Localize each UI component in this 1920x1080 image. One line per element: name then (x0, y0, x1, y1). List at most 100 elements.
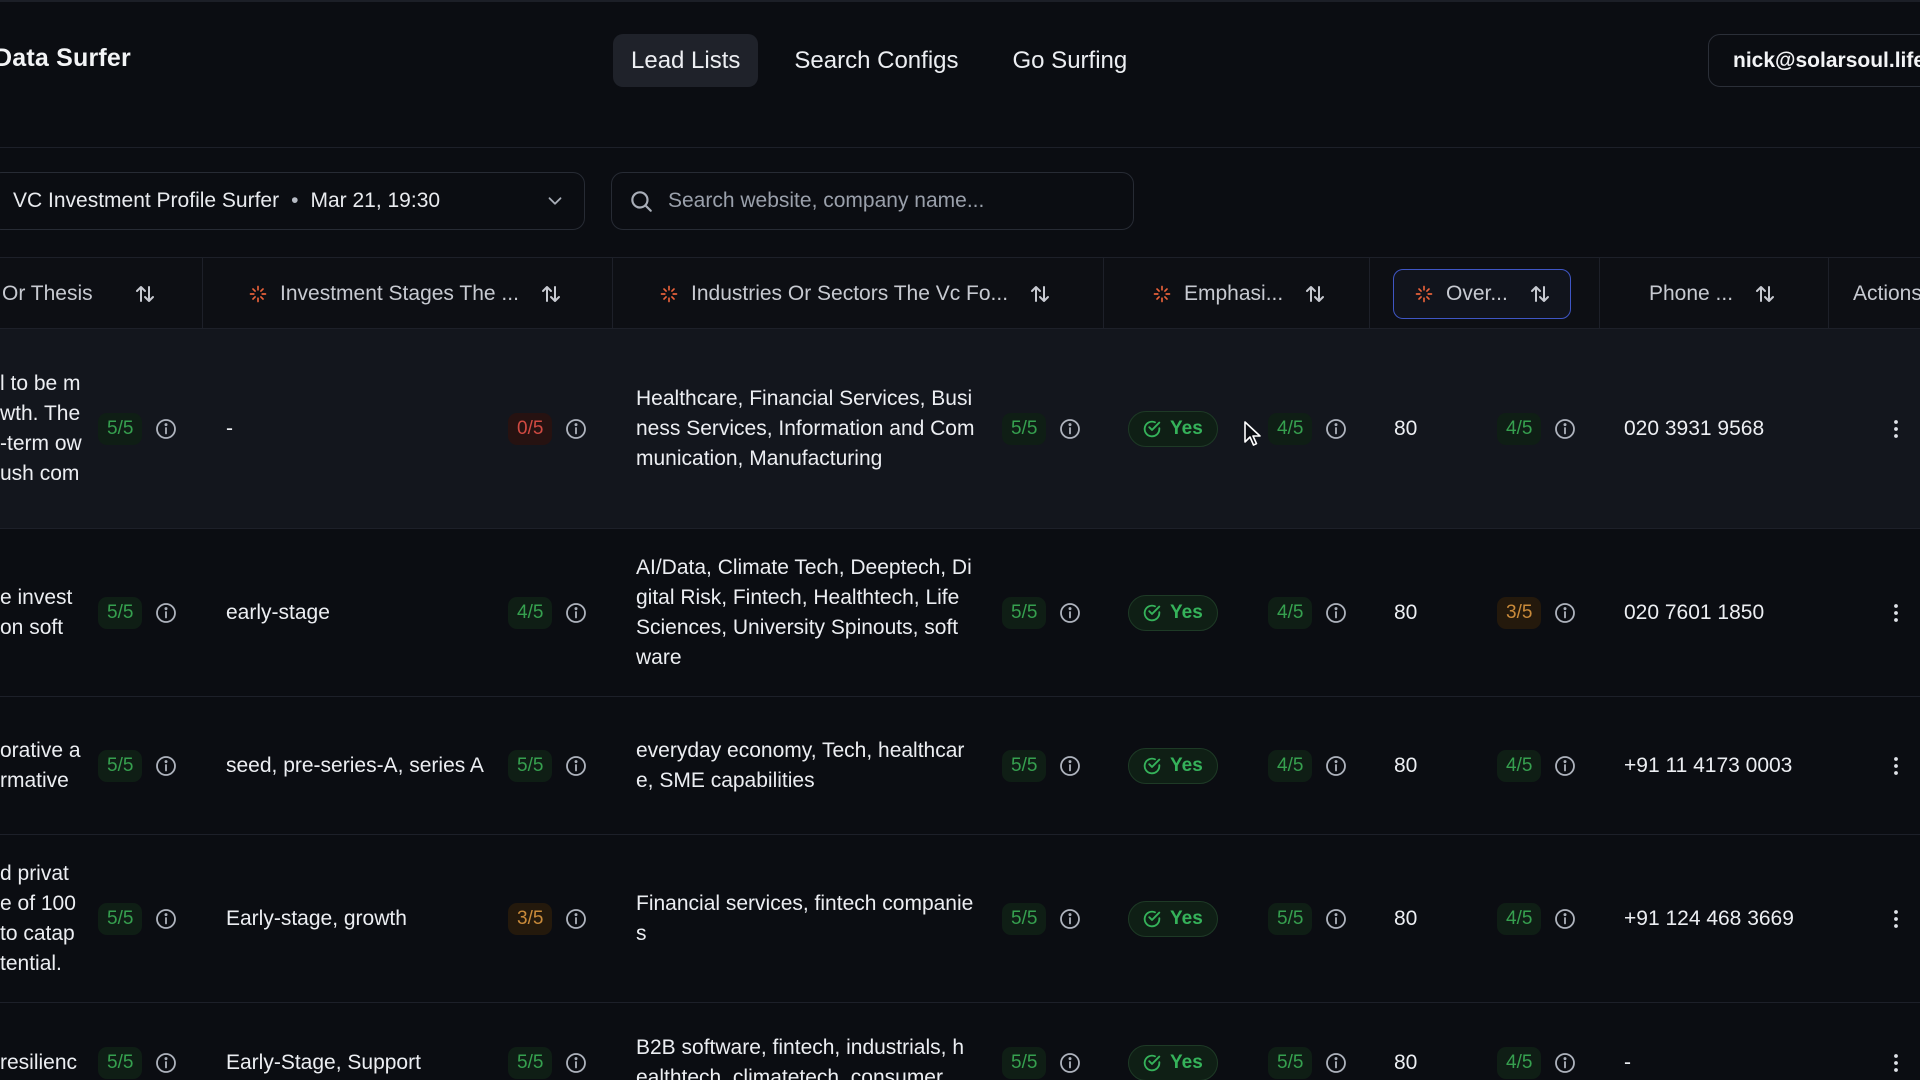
info-icon[interactable] (1324, 417, 1348, 441)
info-icon[interactable] (1058, 754, 1082, 778)
info-icon[interactable] (1058, 417, 1082, 441)
nav-lead-lists[interactable]: Lead Lists (613, 34, 759, 87)
info-icon[interactable] (154, 601, 178, 625)
overall-value: 80 (1394, 1051, 1418, 1074)
overall-value: 80 (1394, 601, 1418, 624)
info-icon[interactable] (1553, 754, 1577, 778)
info-icon[interactable] (1058, 907, 1082, 931)
info-icon[interactable] (1553, 601, 1577, 625)
info-icon[interactable] (564, 754, 588, 778)
thesis-cell: orative a rmative (0, 739, 81, 792)
more-actions-icon[interactable] (1884, 1051, 1908, 1075)
info-icon[interactable] (1553, 907, 1577, 931)
yes-label: Yes (1170, 755, 1203, 776)
info-icon[interactable] (564, 417, 588, 441)
table-row[interactable]: orative a rmative 5/5 seed, pre-series-A… (0, 697, 1920, 835)
info-icon[interactable] (1324, 907, 1348, 931)
phone-cell: 020 7601 1850 (1624, 601, 1765, 624)
sort-icon[interactable] (1028, 282, 1052, 306)
sort-icon[interactable] (1528, 282, 1552, 306)
nav-go-surfing[interactable]: Go Surfing (995, 34, 1146, 87)
score-badge: 5/5 (98, 413, 143, 445)
yes-label: Yes (1170, 418, 1203, 439)
more-actions-icon[interactable] (1884, 907, 1908, 931)
score-badge: 4/5 (1497, 903, 1542, 935)
more-actions-icon[interactable] (1884, 601, 1908, 625)
info-icon[interactable] (1058, 601, 1082, 625)
yes-label: Yes (1170, 602, 1203, 623)
table-row[interactable]: l to be m wth. The -term ow ush com 5/5 … (0, 329, 1920, 529)
column-header-thesis[interactable]: Or Thesis (0, 258, 203, 330)
sort-icon[interactable] (1753, 282, 1777, 306)
yes-label: Yes (1170, 1052, 1203, 1073)
score-group: 5/5 (1002, 413, 1082, 445)
score-badge: 4/5 (1497, 1047, 1542, 1079)
score-badge: 5/5 (1002, 413, 1047, 445)
sort-icon[interactable] (1303, 282, 1327, 306)
score-group: 5/5 (98, 1047, 178, 1079)
table-row[interactable]: d privat e of 100 to catap tential. 5/5 … (0, 835, 1920, 1003)
info-icon[interactable] (154, 754, 178, 778)
overall-sort-active[interactable]: Over... (1393, 269, 1571, 319)
column-header-phone[interactable]: Phone ... (1600, 258, 1829, 330)
phone-cell: +91 124 468 3669 (1624, 907, 1794, 930)
score-badge: 4/5 (1268, 413, 1313, 445)
score-badge: 4/5 (1497, 750, 1542, 782)
overall-value: 80 (1394, 754, 1418, 777)
score-group: 5/5 (1002, 597, 1082, 629)
info-icon[interactable] (1058, 1051, 1082, 1075)
info-icon[interactable] (1553, 1051, 1577, 1075)
chevron-down-icon (548, 197, 562, 205)
info-icon[interactable] (564, 601, 588, 625)
app-title: Data Surfer (0, 44, 131, 72)
column-label: Emphasi... (1184, 282, 1284, 305)
info-icon[interactable] (154, 417, 178, 441)
top-header: Data Surfer Lead Lists Search Configs Go… (0, 0, 1920, 148)
score-group: 5/5 (98, 597, 178, 629)
investment-stages-cell: early-stage (226, 601, 330, 624)
info-icon[interactable] (154, 1051, 178, 1075)
yes-badge: Yes (1128, 748, 1218, 784)
column-header-industries[interactable]: Industries Or Sectors The Vc Fo... (613, 258, 1104, 330)
info-icon[interactable] (154, 907, 178, 931)
investment-stages-cell: seed, pre-series-A, series A (226, 754, 484, 777)
separator-dot: • (291, 189, 299, 212)
sort-icon[interactable] (539, 282, 563, 306)
score-badge: 3/5 (1497, 597, 1542, 629)
score-group: 5/5 (1002, 903, 1082, 935)
info-icon[interactable] (1324, 601, 1348, 625)
industries-cell: AI/Data, Climate Tech, Deeptech, Di gita… (636, 556, 972, 669)
search-icon (631, 191, 652, 212)
score-badge: 5/5 (98, 750, 143, 782)
table-row[interactable]: resilienc 5/5 Early-Stage, Support 5/5 B… (0, 1003, 1920, 1080)
emphasis-cell: Yes (1128, 901, 1218, 937)
thesis-cell: l to be m wth. The -term ow ush com (0, 372, 82, 485)
nav-search-configs[interactable]: Search Configs (776, 34, 976, 87)
score-badge: 5/5 (1002, 750, 1047, 782)
table-row[interactable]: e invest on soft 5/5 early-stage 4/5 AI/… (0, 529, 1920, 697)
user-account-button[interactable]: nick@solarsoul.life (1708, 34, 1920, 87)
info-icon[interactable] (1553, 417, 1577, 441)
main-nav: Lead Lists Search Configs Go Surfing (613, 34, 1163, 87)
score-group: 4/5 (508, 597, 588, 629)
sort-icon[interactable] (133, 282, 157, 306)
info-icon[interactable] (1324, 754, 1348, 778)
more-actions-icon[interactable] (1884, 754, 1908, 778)
score-badge: 5/5 (508, 1047, 553, 1079)
score-group: 5/5 (98, 413, 178, 445)
more-actions-icon[interactable] (1884, 417, 1908, 441)
column-header-actions: Actions (1829, 258, 1920, 330)
info-icon[interactable] (564, 1051, 588, 1075)
search-input[interactable] (668, 189, 1108, 213)
surfer-date: Mar 21, 19:30 (310, 189, 441, 212)
column-label: Over... (1446, 282, 1508, 305)
phone-cell: 020 3931 9568 (1624, 417, 1765, 440)
search-field[interactable] (611, 172, 1134, 230)
info-icon[interactable] (564, 907, 588, 931)
column-header-overall[interactable]: Over... (1370, 258, 1600, 330)
surfer-name: VC Investment Profile Surfer (13, 189, 280, 212)
column-header-investment-stages[interactable]: Investment Stages The ... (203, 258, 613, 330)
info-icon[interactable] (1324, 1051, 1348, 1075)
column-header-emphasis[interactable]: Emphasi... (1104, 258, 1370, 330)
lead-list-select[interactable]: VC Investment Profile Surfer • Mar 21, 1… (0, 172, 585, 230)
